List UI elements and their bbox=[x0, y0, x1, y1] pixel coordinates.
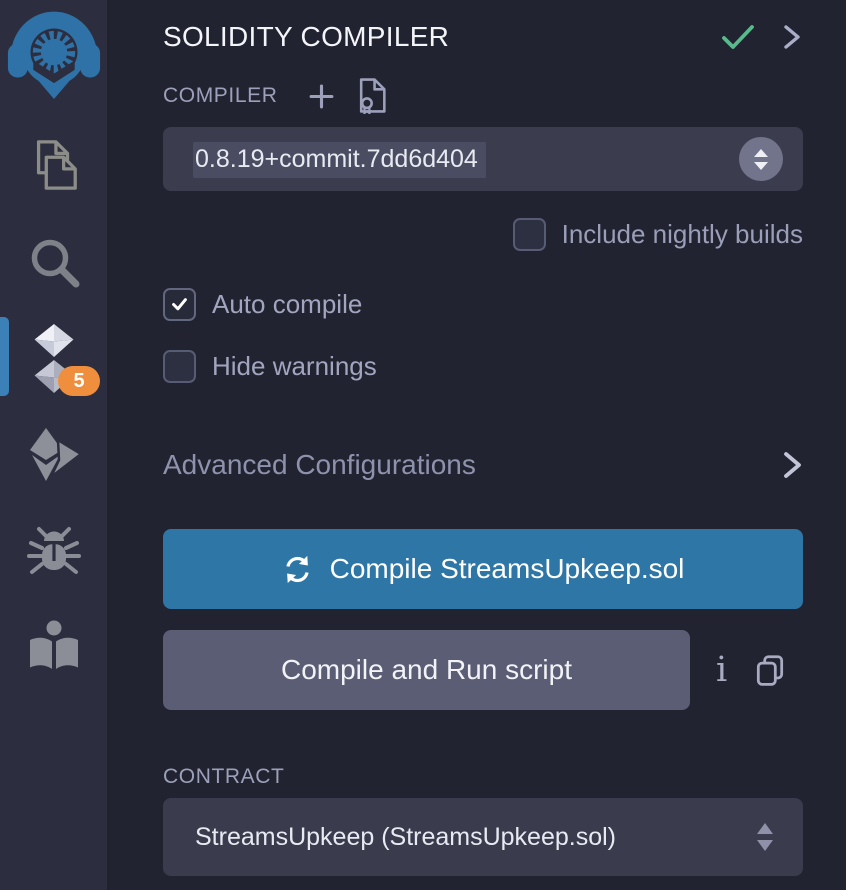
learn-book-icon[interactable] bbox=[0, 618, 107, 676]
sync-refresh-icon bbox=[282, 554, 313, 585]
auto-compile-row: Auto compile bbox=[163, 288, 803, 321]
copy-icon[interactable] bbox=[753, 653, 787, 687]
auto-compile-label[interactable]: Auto compile bbox=[212, 289, 362, 320]
auto-compile-checkbox[interactable] bbox=[163, 288, 196, 321]
compiler-version-select[interactable]: 0.8.19+commit.7dd6d404 bbox=[163, 127, 803, 191]
search-icon[interactable] bbox=[0, 234, 107, 290]
remix-ide: 5 bbox=[0, 0, 846, 890]
include-nightly-checkbox[interactable] bbox=[513, 218, 546, 251]
compiler-license-file-seal-icon[interactable] bbox=[357, 78, 388, 114]
compile-and-run-button[interactable]: Compile and Run script bbox=[163, 630, 690, 710]
hide-warnings-checkbox[interactable] bbox=[163, 350, 196, 383]
panel-collapse-chevron-icon[interactable] bbox=[781, 24, 803, 50]
contract-select-value: StreamsUpkeep (StreamsUpkeep.sol) bbox=[195, 823, 757, 852]
panel-header: SOLIDITY COMPILER bbox=[163, 16, 803, 58]
info-icon[interactable]: i bbox=[716, 653, 727, 688]
deploy-run-icon[interactable] bbox=[0, 426, 107, 484]
solidity-compiler-panel: SOLIDITY COMPILER COMPILER bbox=[110, 0, 846, 890]
select-arrows-icon bbox=[757, 823, 773, 851]
compile-button[interactable]: Compile StreamsUpkeep.sol bbox=[163, 529, 803, 609]
file-explorer-icon[interactable] bbox=[0, 138, 107, 192]
include-nightly-row: Include nightly builds bbox=[163, 218, 803, 251]
contract-label: CONTRACT bbox=[163, 765, 284, 789]
hide-warnings-row: Hide warnings bbox=[163, 350, 803, 383]
contract-select[interactable]: StreamsUpkeep (StreamsUpkeep.sol) bbox=[163, 798, 803, 876]
compiler-error-count-badge: 5 bbox=[58, 366, 100, 396]
compile-run-row: Compile and Run script i bbox=[163, 630, 803, 710]
compile-button-label: Compile StreamsUpkeep.sol bbox=[330, 553, 685, 585]
compile-success-check-icon bbox=[721, 23, 755, 51]
include-nightly-label[interactable]: Include nightly builds bbox=[562, 219, 803, 250]
advanced-configurations-label: Advanced Configurations bbox=[163, 449, 783, 481]
hide-warnings-label[interactable]: Hide warnings bbox=[212, 351, 377, 382]
panel-title: SOLIDITY COMPILER bbox=[163, 21, 721, 53]
icon-panel: 5 bbox=[0, 0, 110, 890]
advanced-chevron-right-icon bbox=[783, 449, 803, 481]
debugger-bug-icon[interactable] bbox=[0, 526, 107, 582]
compiler-section-header: COMPILER bbox=[163, 80, 803, 112]
compiler-label: COMPILER bbox=[163, 84, 278, 108]
select-stepper-icon[interactable] bbox=[739, 137, 783, 181]
remix-logo-icon[interactable] bbox=[0, 6, 107, 100]
add-custom-compiler-icon[interactable] bbox=[308, 83, 335, 110]
advanced-configurations-toggle[interactable]: Advanced Configurations bbox=[163, 449, 803, 481]
compiler-version-value: 0.8.19+commit.7dd6d404 bbox=[195, 145, 739, 174]
contract-section-header: CONTRACT bbox=[163, 764, 803, 790]
